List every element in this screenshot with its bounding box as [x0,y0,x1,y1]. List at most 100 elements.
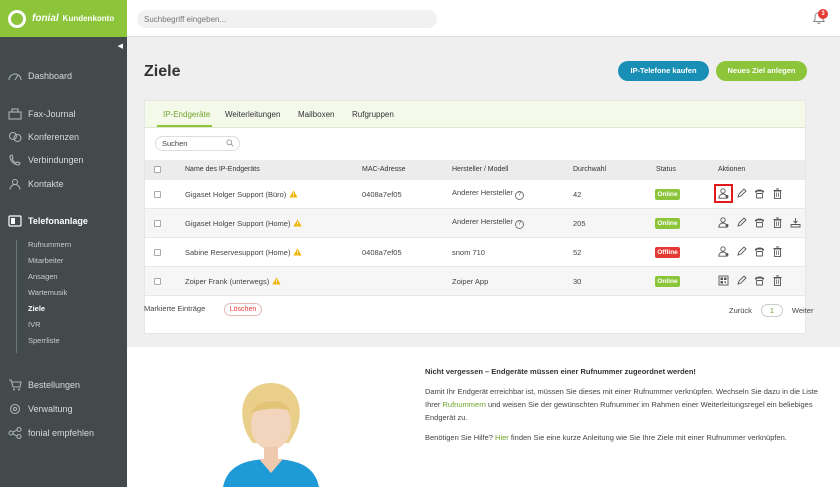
sidebar-item-verbindungen[interactable]: Verbindungen [8,154,84,166]
sidebar-item-verwaltung[interactable]: Verwaltung [8,403,73,415]
assign-user-icon[interactable] [718,217,729,228]
table-row: Sabine Reservesupport (Home) 0408a7ef05 … [145,238,805,267]
submenu-mitarbeiter[interactable]: Mitarbeiter [28,256,63,265]
sidebar-item-dashboard[interactable]: Dashboard [8,70,72,82]
next-page-link[interactable]: Weiter [792,306,814,315]
submenu-sperrliste[interactable]: Sperrliste [28,336,60,345]
row-checkbox[interactable] [154,249,161,256]
edit-icon[interactable] [736,188,747,199]
submenu-ivr[interactable]: IVR [28,320,41,329]
table-row: Gigaset Holger Support (Büro) 0408a7ef05… [145,180,805,209]
phone-config-icon[interactable] [754,246,765,257]
share-icon [8,427,22,439]
table-row: Zoiper Frank (unterwegs) Zoiper App 30 O… [145,267,805,296]
sidebar-item-label: Bestellungen [28,380,81,390]
table-search-placeholder: Suchen [162,139,188,148]
sidebar-item-label: Konferenzen [28,132,80,142]
device-name[interactable]: Zoiper Frank (unterwegs) [185,277,269,286]
sidebar: ◀ Dashboard Fax-Journal Konferenzen Verb… [0,37,127,487]
submenu-ansagen[interactable]: Ansagen [28,272,58,281]
delete-icon[interactable] [772,246,783,257]
dashboard-icon [8,73,22,81]
edit-icon[interactable] [736,246,747,257]
row-checkbox[interactable] [154,278,161,285]
device-name-cell: Gigaset Holger Support (Home) [185,219,303,228]
new-target-button[interactable]: Neues Ziel anlegen [716,61,807,81]
row-actions [718,275,783,288]
model: Anderer Hersteller [452,188,513,197]
sidebar-item-label: fonial empfehlen [28,428,95,438]
sidebar-item-bestellungen[interactable]: Bestellungen [8,379,80,391]
conference-icon [8,131,22,143]
tab-mailboxen[interactable]: Mailboxen [298,110,334,119]
global-search-input[interactable] [137,10,437,28]
submenu-wartemusik[interactable]: Wartemusik [28,288,67,297]
assign-user-icon[interactable] [718,246,729,257]
submenu-rufnummern[interactable]: Rufnummern [28,240,71,249]
device-name[interactable]: Gigaset Holger Support (Home) [185,219,290,228]
tab-rufgruppen[interactable]: Rufgruppen [352,110,394,119]
device-name[interactable]: Sabine Reservesupport (Home) [185,248,290,257]
brand-logo[interactable]: fonial Kundenkonto [0,0,127,37]
extension: 42 [573,190,582,199]
submenu-ziele[interactable]: Ziele [28,304,45,313]
model: Zoiper App [452,277,489,286]
extension: 52 [573,248,582,257]
sidebar-item-label: Dashboard [28,71,73,81]
col-ext: Durchwahl [573,166,607,173]
phone-icon [9,154,21,166]
prev-page-link[interactable]: Zurück [729,306,752,315]
model-cell: Anderer Hersteller? [452,188,524,200]
provisioning-icon[interactable] [790,217,801,228]
delete-icon[interactable] [772,275,783,286]
help-icon[interactable]: ? [514,191,524,200]
edit-icon[interactable] [736,275,747,286]
tab-weiterleitungen[interactable]: Weiterleitungen [225,110,280,119]
current-page[interactable]: 1 [760,304,783,317]
col-model: Hersteller / Modell [452,166,509,173]
warning-icon [272,277,281,285]
sidebar-item-kontakte[interactable]: Kontakte [8,178,64,190]
phone-config-icon[interactable] [754,188,765,199]
logo-icon [8,9,26,28]
table-search-input[interactable]: Suchen [155,136,240,151]
sidebar-item-konferenzen[interactable]: Konferenzen [8,131,79,143]
page-title: Ziele [144,63,181,80]
row-actions [718,217,801,230]
select-all-checkbox[interactable] [154,166,161,173]
row-checkbox[interactable] [154,191,161,198]
info-paragraph-2: Benötigen Sie Hilfe? Hier finden Sie ein… [425,431,820,444]
col-status: Status [656,166,676,173]
phone-config-icon[interactable] [754,217,765,228]
extension: 205 [573,219,586,228]
help-link[interactable]: Hier [495,433,509,442]
sidebar-item-empfehlen[interactable]: fonial empfehlen [8,427,94,439]
device-name[interactable]: Gigaset Holger Support (Büro) [185,190,286,199]
device-name-cell: Zoiper Frank (unterwegs) [185,277,281,286]
warning-icon [293,248,303,256]
edit-icon[interactable] [736,217,747,228]
model-cell: Anderer Hersteller? [452,217,524,229]
extension: 30 [573,277,582,286]
buy-ip-phones-button[interactable]: IP-Telefone kaufen [618,61,709,81]
device-name-cell: Gigaset Holger Support (Büro) [185,190,298,199]
sidebar-item-fax-journal[interactable]: Fax-Journal [8,108,76,120]
marked-entries-label: Markierte Einträge [144,304,206,313]
fax-icon [8,108,22,120]
tab-ip-endgeraete[interactable]: IP-Endgeräte [163,110,210,119]
delete-icon[interactable] [772,188,783,199]
sidebar-item-telefonanlage[interactable]: Telefonanlage [8,215,88,227]
phone-config-icon[interactable] [754,275,765,286]
rufnummern-link[interactable]: Rufnummern [443,400,486,409]
collapse-sidebar-icon[interactable]: ◀ [118,42,123,50]
assign-user-icon[interactable] [714,184,733,203]
help-icon[interactable]: ? [514,220,524,229]
delete-selected-button[interactable]: Löschen [224,303,262,316]
qr-code-icon[interactable] [718,275,729,286]
main-content: Ziele IP-Telefone kaufen Neues Ziel anle… [127,37,840,487]
delete-icon[interactable] [772,217,783,228]
top-bar: fonial Kundenkonto 3 [0,0,840,37]
row-checkbox[interactable] [154,220,161,227]
col-actions: Aktionen [718,166,746,173]
col-name: Name des IP-Endgeräts [185,166,260,173]
